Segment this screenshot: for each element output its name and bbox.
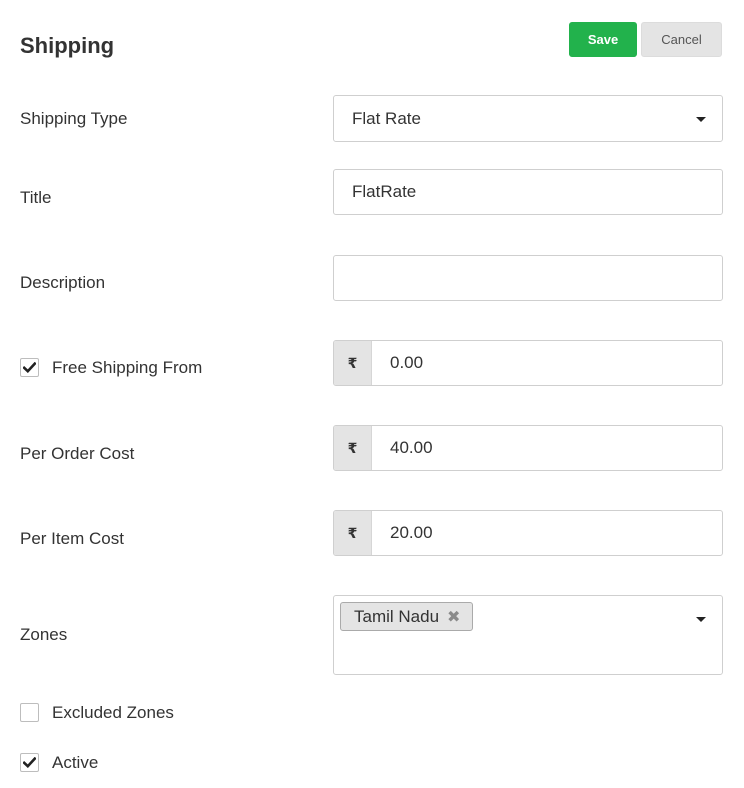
zones-label: Zones	[20, 625, 68, 644]
per-item-cost-label: Per Item Cost	[20, 529, 124, 548]
per-order-cost-label: Per Order Cost	[20, 444, 135, 463]
save-button[interactable]: Save	[569, 22, 637, 57]
active-checkbox[interactable]	[20, 753, 39, 772]
shipping-type-select[interactable]: Flat Rate	[333, 95, 723, 142]
cancel-button[interactable]: Cancel	[641, 22, 722, 57]
free-shipping-input[interactable]	[372, 341, 722, 385]
title-input[interactable]	[333, 169, 723, 215]
per-order-cost-input-group: ₹	[333, 425, 723, 471]
free-shipping-input-group: ₹	[333, 340, 723, 386]
excluded-zones-checkbox[interactable]	[20, 703, 39, 722]
title-label: Title	[20, 188, 52, 207]
rupee-icon: ₹	[334, 511, 372, 555]
zone-tag: Tamil Nadu ✖	[340, 602, 474, 631]
per-item-cost-input[interactable]	[372, 511, 722, 555]
zones-multiselect[interactable]: Tamil Nadu ✖	[333, 595, 723, 675]
rupee-icon: ₹	[334, 426, 372, 470]
rupee-icon: ₹	[334, 341, 372, 385]
excluded-zones-label: Excluded Zones	[52, 703, 174, 722]
check-icon	[23, 362, 36, 373]
free-shipping-label: Free Shipping From	[52, 358, 203, 377]
free-shipping-checkbox[interactable]	[20, 358, 39, 377]
shipping-type-value: Flat Rate	[352, 108, 421, 128]
per-item-cost-input-group: ₹	[333, 510, 723, 556]
caret-down-icon	[696, 116, 706, 122]
caret-down-icon	[696, 617, 706, 622]
active-label: Active	[52, 753, 99, 772]
page-title: Shipping	[20, 33, 115, 58]
per-order-cost-input[interactable]	[372, 426, 722, 470]
check-icon	[23, 757, 36, 768]
description-input[interactable]	[333, 255, 723, 301]
close-icon[interactable]: ✖	[447, 607, 460, 627]
description-label: Description	[20, 273, 106, 292]
shipping-type-label: Shipping Type	[20, 109, 128, 128]
zone-tag-label: Tamil Nadu	[354, 606, 440, 626]
